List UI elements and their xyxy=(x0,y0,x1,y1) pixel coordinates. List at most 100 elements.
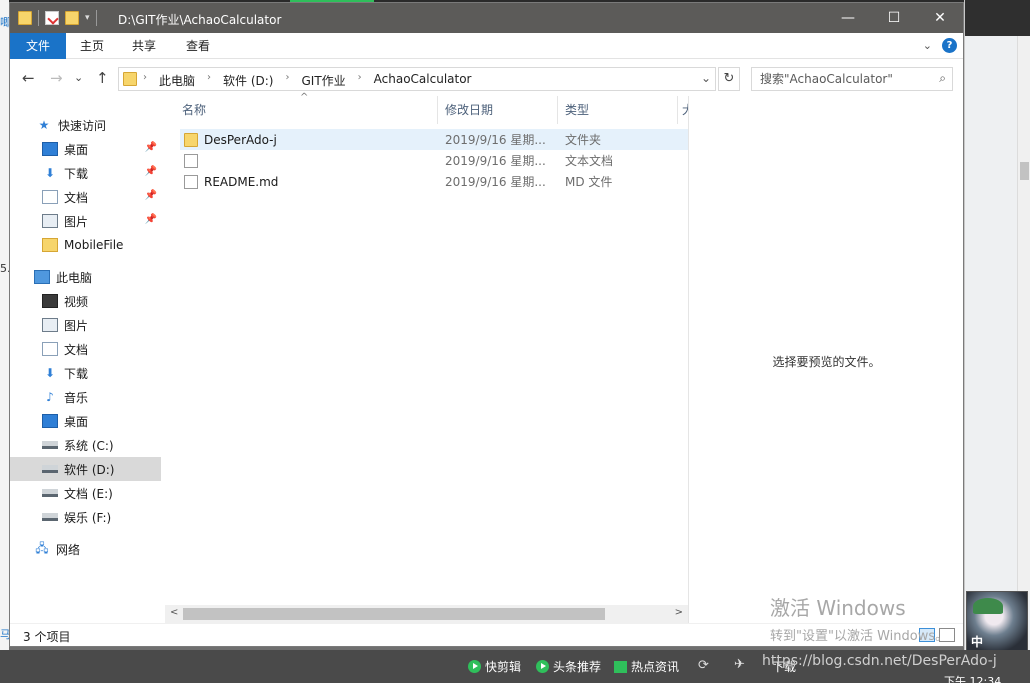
qat-dropdown-icon[interactable]: ▾ xyxy=(85,13,90,23)
breadcrumb-achao[interactable]: AchaoCalculator xyxy=(374,72,472,89)
pin-icon[interactable]: 📌 xyxy=(145,166,157,177)
sidebar-item-label: 下载 xyxy=(64,166,89,181)
avatar[interactable]: 中 xyxy=(966,591,1028,653)
sidebar-item-label: 娱乐 (F:) xyxy=(64,510,112,525)
sidebar-item-music[interactable]: ♪ 音乐 xyxy=(10,385,161,409)
sidebar-item-pictures[interactable]: 图片 📌 xyxy=(10,209,161,233)
sidebar-item-desktop-pc[interactable]: 桌面 xyxy=(10,409,161,433)
sidebar-item-this-pc[interactable]: 此电脑 xyxy=(10,265,161,289)
computer-icon xyxy=(34,270,50,284)
help-icon[interactable]: ? xyxy=(942,38,957,53)
sidebar-item-drive-c[interactable]: 系统 (C:) xyxy=(10,433,161,457)
pin-icon[interactable]: 📌 xyxy=(145,214,157,225)
minimize-button[interactable]: — xyxy=(825,3,871,33)
taskbar-item-label: 快剪辑 xyxy=(485,659,522,674)
breadcrumb: › 此电脑 › 软件 (D:) › GIT作业 › AchaoCalculato… xyxy=(143,72,472,89)
tray-refresh-icon[interactable]: ⟳ xyxy=(698,658,709,673)
folder-icon xyxy=(123,72,137,86)
breadcrumb-separator-icon[interactable]: › xyxy=(285,72,289,89)
taskbar-item-toutiao[interactable]: 头条推荐 xyxy=(536,650,601,683)
scroll-left-icon[interactable]: < xyxy=(170,607,178,618)
column-header-type[interactable]: 类型 xyxy=(558,96,678,124)
text-file-icon xyxy=(184,153,198,168)
item-count: 3 个项目 xyxy=(23,630,71,644)
tab-file[interactable]: 文件 xyxy=(10,33,66,59)
sidebar-item-drive-f[interactable]: 娱乐 (F:) xyxy=(10,505,161,529)
sidebar-item-label: 图片 xyxy=(64,214,89,229)
sidebar-item-label: 下载 xyxy=(64,366,89,381)
maximize-button[interactable]: ☐ xyxy=(871,3,917,33)
sidebar-item-drive-d[interactable]: 软件 (D:) xyxy=(10,457,161,481)
sidebar-item-label: 系统 (C:) xyxy=(64,438,114,453)
avatar-hat xyxy=(973,598,1003,614)
ribbon-right-controls: ⌄ ? xyxy=(923,38,957,53)
download-icon: ⬇ xyxy=(44,366,56,380)
column-header-date[interactable]: 修改日期 xyxy=(438,96,558,124)
breadcrumb-git[interactable]: GIT作业 xyxy=(301,72,345,89)
up-button[interactable]: ↑ xyxy=(96,69,109,87)
sidebar-item-desktop[interactable]: 桌面 📌 xyxy=(10,137,161,161)
tray-pin-icon[interactable]: ✈ xyxy=(734,657,745,672)
table-row[interactable]: README.md 2019/9/16 星期... MD 文件 xyxy=(180,171,688,192)
sidebar-item-documents-pc[interactable]: 文档 xyxy=(10,337,161,361)
recent-locations-button[interactable]: ⌄ xyxy=(74,71,83,84)
taskbar-item-kuaijianji[interactable]: 快剪辑 xyxy=(468,650,521,683)
title-bar[interactable]: ▾ D:\GIT作业\AchaoCalculator — ☐ ✕ xyxy=(10,3,963,33)
close-button[interactable]: ✕ xyxy=(917,3,963,33)
new-folder-icon[interactable] xyxy=(65,11,79,25)
taskbar-item-news[interactable]: 热点资讯 xyxy=(614,650,679,683)
properties-icon[interactable] xyxy=(45,11,59,25)
sidebar-item-videos[interactable]: 视频 xyxy=(10,289,161,313)
search-input[interactable] xyxy=(752,68,927,90)
search-icon[interactable]: ⌕ xyxy=(939,71,946,86)
drive-icon xyxy=(42,465,58,473)
back-button[interactable]: ← xyxy=(22,69,35,87)
breadcrumb-this-pc[interactable]: 此电脑 xyxy=(159,72,195,89)
taskbar-item-label: 头条推荐 xyxy=(553,659,602,674)
navigation-bar: ← → ⌄ ↑ › 此电脑 › 软件 (D:) › GIT作业 › AchaoC… xyxy=(10,60,963,96)
breadcrumb-separator-icon[interactable]: › xyxy=(358,72,362,89)
folder-icon[interactable] xyxy=(18,11,32,25)
column-header-size[interactable]: 大 xyxy=(678,96,688,124)
sidebar-item-label: 桌面 xyxy=(64,142,89,157)
desktop-scrollbar[interactable] xyxy=(1017,36,1030,596)
sidebar-item-documents[interactable]: 文档 📌 xyxy=(10,185,161,209)
column-header-name[interactable]: 名称 xyxy=(175,96,438,124)
star-icon: ★ xyxy=(38,118,50,132)
pin-icon[interactable]: 📌 xyxy=(145,142,157,153)
table-row[interactable]: 2019/9/16 星期... 文本文档 xyxy=(180,150,688,171)
system-clock[interactable]: 下午 12:34 xyxy=(944,673,1001,683)
sidebar-item-downloads[interactable]: ⬇ 下载 📌 xyxy=(10,161,161,185)
sidebar-item-network[interactable]: 🖧 网络 xyxy=(10,537,161,561)
address-dropdown-icon[interactable]: ⌄ xyxy=(701,71,711,85)
preview-pane: 选择要预览的文件。 xyxy=(688,96,963,626)
horizontal-scrollbar[interactable]: < > xyxy=(165,605,688,623)
tab-share[interactable]: 共享 xyxy=(126,33,162,59)
table-row[interactable]: DesPerAdo-j 2019/9/16 星期... 文件夹 xyxy=(180,129,688,150)
tab-view[interactable]: 查看 xyxy=(180,33,216,59)
breadcrumb-separator-icon[interactable]: › xyxy=(207,72,211,89)
csdn-watermark: https://blog.csdn.net/DesPerAdo-j xyxy=(762,653,997,669)
news-icon xyxy=(614,660,627,673)
sidebar-item-mobilefile[interactable]: MobileFile xyxy=(10,233,161,257)
scroll-right-icon[interactable]: > xyxy=(675,607,683,618)
search-box[interactable]: ⌕ xyxy=(751,67,953,91)
sidebar-item-downloads-pc[interactable]: ⬇ 下载 xyxy=(10,361,161,385)
address-bar[interactable]: › 此电脑 › 软件 (D:) › GIT作业 › AchaoCalculato… xyxy=(118,67,716,91)
forward-button[interactable]: → xyxy=(50,69,63,87)
pin-icon[interactable]: 📌 xyxy=(145,190,157,201)
sidebar-item-drive-e[interactable]: 文档 (E:) xyxy=(10,481,161,505)
breadcrumb-separator-icon[interactable]: › xyxy=(143,72,147,89)
sidebar-item-label: 视频 xyxy=(64,294,89,309)
sidebar-item-pictures-pc[interactable]: 图片 xyxy=(10,313,161,337)
refresh-button[interactable]: ↻ xyxy=(718,67,740,91)
file-type: 文件夹 xyxy=(565,133,602,147)
sidebar-item-quick-access[interactable]: ★ 快速访问 xyxy=(10,113,161,137)
desktop-icon xyxy=(42,414,58,428)
chevron-down-icon[interactable]: ⌄ xyxy=(923,39,932,52)
file-icon xyxy=(184,174,198,189)
scrollbar-thumb[interactable] xyxy=(183,608,605,620)
desktop-scrollbar-thumb[interactable] xyxy=(1020,162,1029,180)
breadcrumb-drive-d[interactable]: 软件 (D:) xyxy=(223,72,273,89)
tab-home[interactable]: 主页 xyxy=(74,33,110,59)
